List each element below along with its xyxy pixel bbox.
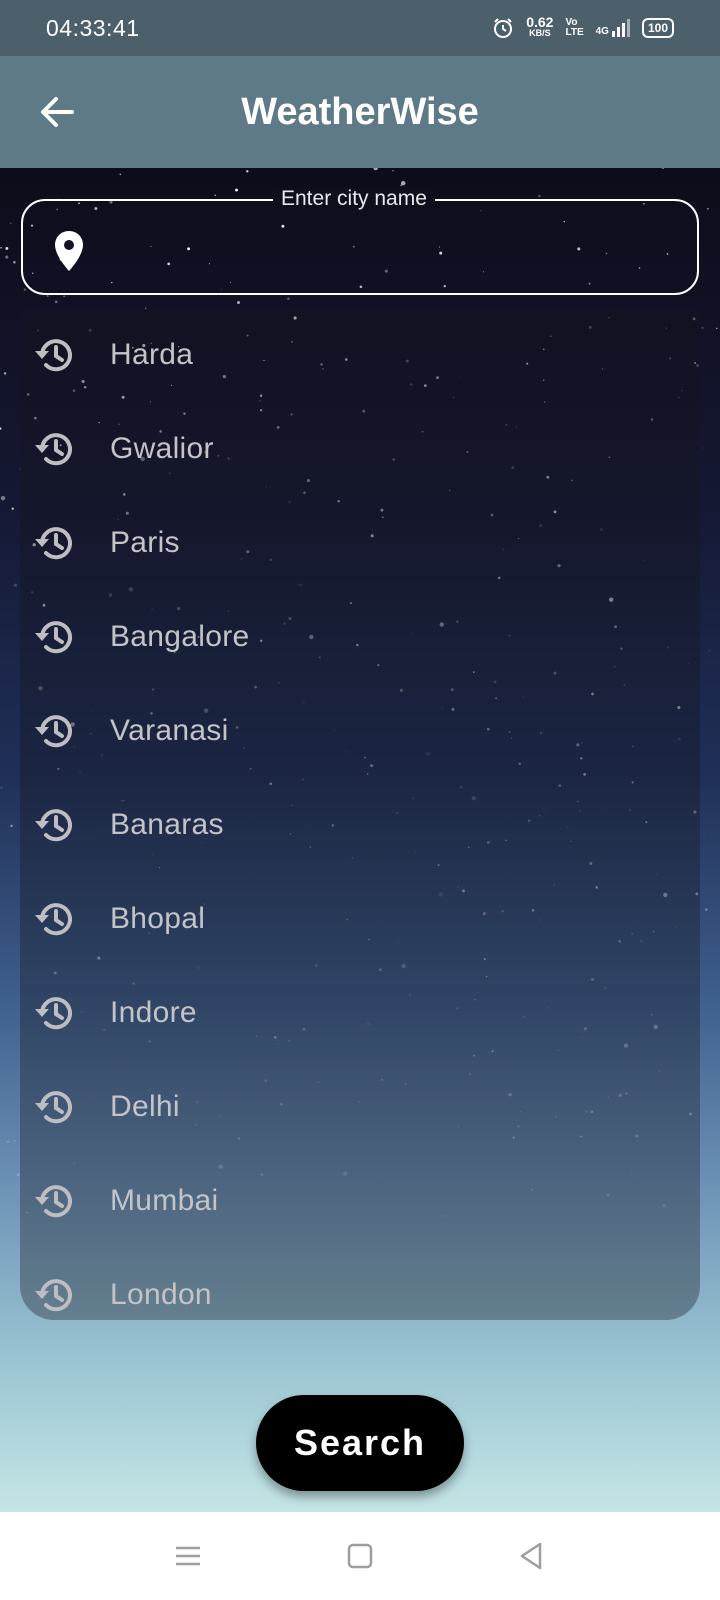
star: [119, 173, 122, 176]
star: [705, 908, 708, 911]
status-time: 04:33:41: [46, 14, 140, 41]
history-item-label: Bhopal: [110, 902, 206, 935]
star: [400, 184, 402, 187]
star: [14, 1139, 16, 1142]
star: [14, 583, 17, 587]
star: [5, 255, 9, 259]
history-icon: [33, 1185, 72, 1218]
home-square-icon[interactable]: [344, 1540, 376, 1572]
history-icon: [33, 715, 72, 748]
history-item[interactable]: Bangalore: [20, 590, 700, 684]
star: [392, 170, 394, 172]
star: [23, 288, 26, 291]
star: [0, 247, 2, 249]
network-type: 4G: [595, 26, 609, 37]
history-icon: [33, 621, 72, 654]
star: [401, 181, 406, 186]
status-icons: 0.62 KB/S Vo LTE 4G 100: [492, 14, 674, 39]
net-speed-unit: KB/S: [529, 28, 551, 38]
app-title: WeatherWise: [241, 90, 479, 133]
star: [5, 246, 9, 250]
star: [17, 1173, 20, 1176]
star: [710, 836, 712, 838]
volte-bottom: LTE: [565, 27, 584, 38]
signal-icon: [611, 19, 630, 37]
star: [214, 194, 216, 197]
star: [707, 207, 709, 210]
search-button[interactable]: Search: [256, 1395, 464, 1491]
history-icon: [33, 997, 72, 1030]
search-history-list: Harda Gwalior Paris Bangalore Varanasi B…: [20, 308, 700, 1320]
history-item[interactable]: Varanasi: [20, 684, 700, 778]
star: [0, 496, 6, 501]
history-item-label: Bangalore: [110, 620, 250, 653]
star: [13, 260, 16, 264]
star: [11, 507, 14, 510]
star: [701, 326, 704, 329]
search-field-label: Enter city name: [273, 187, 435, 211]
star: [6, 1140, 10, 1144]
net-speed: 0.62 KB/S: [526, 14, 554, 39]
star: [662, 168, 664, 169]
network-indicator: 4G: [596, 19, 630, 37]
history-item[interactable]: Gwalior: [20, 402, 700, 496]
star: [708, 649, 711, 652]
net-speed-value: 0.62: [526, 14, 554, 30]
history-item-label: Harda: [110, 338, 194, 371]
location-pin-icon: [55, 231, 83, 271]
star: [287, 297, 290, 301]
star: [236, 300, 241, 305]
history-item-label: Banaras: [110, 808, 224, 841]
star: [10, 222, 12, 224]
star: [538, 194, 541, 198]
battery-indicator: 100: [641, 18, 674, 38]
star: [701, 1172, 703, 1174]
history-icon: [33, 809, 72, 842]
star: [373, 168, 378, 171]
history-icon: [33, 903, 72, 936]
history-icon: [33, 527, 72, 560]
history-item[interactable]: Delhi: [20, 1060, 700, 1154]
history-item[interactable]: Banaras: [20, 778, 700, 872]
status-bar: 04:33:41 0.62 KB/S Vo LTE 4G 100: [0, 0, 720, 56]
menu-icon[interactable]: [172, 1540, 204, 1572]
back-triangle-icon[interactable]: [516, 1540, 548, 1572]
history-item[interactable]: Paris: [20, 496, 700, 590]
system-nav-bar: [0, 1512, 720, 1600]
history-item[interactable]: Indore: [20, 966, 700, 1060]
history-item[interactable]: Bhopal: [20, 872, 700, 966]
star: [10, 824, 13, 828]
history-icon: [33, 1279, 72, 1312]
history-item-label: Paris: [110, 526, 180, 559]
star: [0, 427, 2, 430]
star: [246, 170, 249, 173]
history-item-label: Mumbai: [110, 1184, 219, 1217]
star: [3, 372, 7, 375]
star: [716, 327, 718, 330]
history-icon: [33, 1091, 72, 1124]
history-item-label: London: [110, 1278, 212, 1311]
star: [46, 295, 49, 297]
star: [0, 786, 3, 789]
history-icon: [33, 433, 72, 466]
history-icon: [33, 339, 72, 372]
star: [54, 300, 58, 304]
main-content: Enter city name Harda Gwalior Paris Bang…: [0, 168, 720, 1512]
star: [701, 447, 703, 449]
history-item-label: Gwalior: [110, 432, 214, 465]
city-search-field[interactable]: Enter city name: [21, 187, 699, 295]
history-item[interactable]: Mumbai: [20, 1154, 700, 1248]
history-item-label: Indore: [110, 996, 197, 1029]
city-search-input[interactable]: [107, 221, 671, 275]
history-item-label: Delhi: [110, 1090, 180, 1123]
app-bar: WeatherWise: [0, 56, 720, 168]
volte-indicator: Vo LTE: [565, 18, 583, 38]
history-item[interactable]: London: [20, 1248, 700, 1320]
star: [63, 295, 66, 298]
history-item[interactable]: Harda: [20, 308, 700, 402]
arrow-left-icon[interactable]: [34, 88, 82, 136]
star: [235, 188, 238, 192]
alarm-icon: [494, 18, 513, 38]
history-item-label: Varanasi: [110, 714, 229, 747]
